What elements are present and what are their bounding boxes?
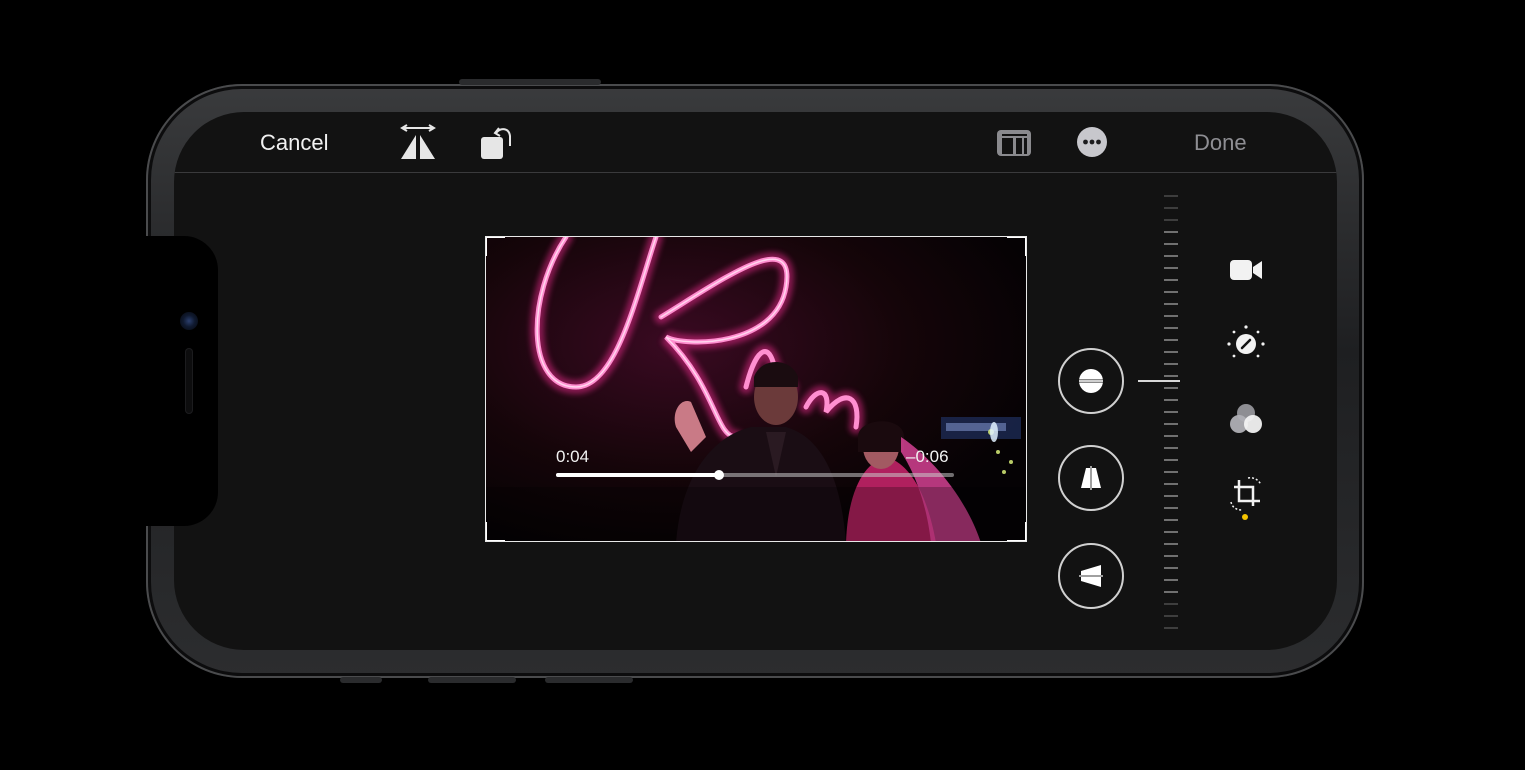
elapsed-time: 0:04 [556, 447, 590, 466]
toolbar-divider [174, 172, 1337, 173]
more-options-icon[interactable] [1076, 126, 1108, 163]
crop-mode-button[interactable] [1226, 474, 1266, 514]
adjust-dial-icon [1227, 325, 1265, 358]
top-side-button [459, 79, 601, 85]
volume-button [428, 677, 516, 683]
done-button[interactable]: Done [1194, 128, 1247, 158]
volume-button [545, 677, 633, 683]
video-preview[interactable]: 0:04 –0:06 [485, 236, 1027, 542]
straighten-icon [1076, 369, 1106, 393]
ruler-indicator [1138, 380, 1180, 382]
video-scrubber[interactable] [556, 470, 954, 480]
crop-handle-top-left[interactable] [486, 237, 505, 256]
cancel-button[interactable]: Cancel [260, 128, 328, 158]
horizontal-perspective-icon [1077, 565, 1105, 587]
adjust-mode-button[interactable] [1226, 324, 1266, 364]
active-mode-indicator [1242, 514, 1248, 520]
video-frame-image [486, 237, 1026, 541]
earpiece-speaker [185, 348, 193, 414]
filters-mode-button[interactable] [1226, 400, 1266, 440]
angle-ruler[interactable] [1164, 194, 1178, 634]
front-camera [180, 312, 198, 330]
vertical-perspective-button[interactable] [1058, 445, 1124, 511]
straighten-button[interactable] [1058, 348, 1124, 414]
remaining-time: –0:06 [906, 447, 949, 466]
notch [146, 236, 218, 526]
crop-rotate-icon [1230, 477, 1262, 511]
crop-handle-bottom-right[interactable] [1007, 522, 1026, 541]
flip-horizontal-icon[interactable] [399, 124, 437, 167]
rotate-icon[interactable] [479, 124, 517, 167]
screen: Cancel Done 0:04 –0:06 [174, 112, 1337, 650]
video-mode-button[interactable] [1226, 250, 1266, 290]
vertical-perspective-icon [1081, 464, 1101, 492]
crop-handle-bottom-left[interactable] [486, 522, 505, 541]
aspect-ratio-icon[interactable] [996, 128, 1032, 163]
horizontal-perspective-button[interactable] [1058, 543, 1124, 609]
scrubber-progress [556, 473, 720, 477]
volume-button [340, 677, 382, 683]
video-camera-icon [1230, 260, 1262, 280]
crop-handle-top-right[interactable] [1007, 237, 1026, 256]
filters-icon [1230, 404, 1262, 433]
